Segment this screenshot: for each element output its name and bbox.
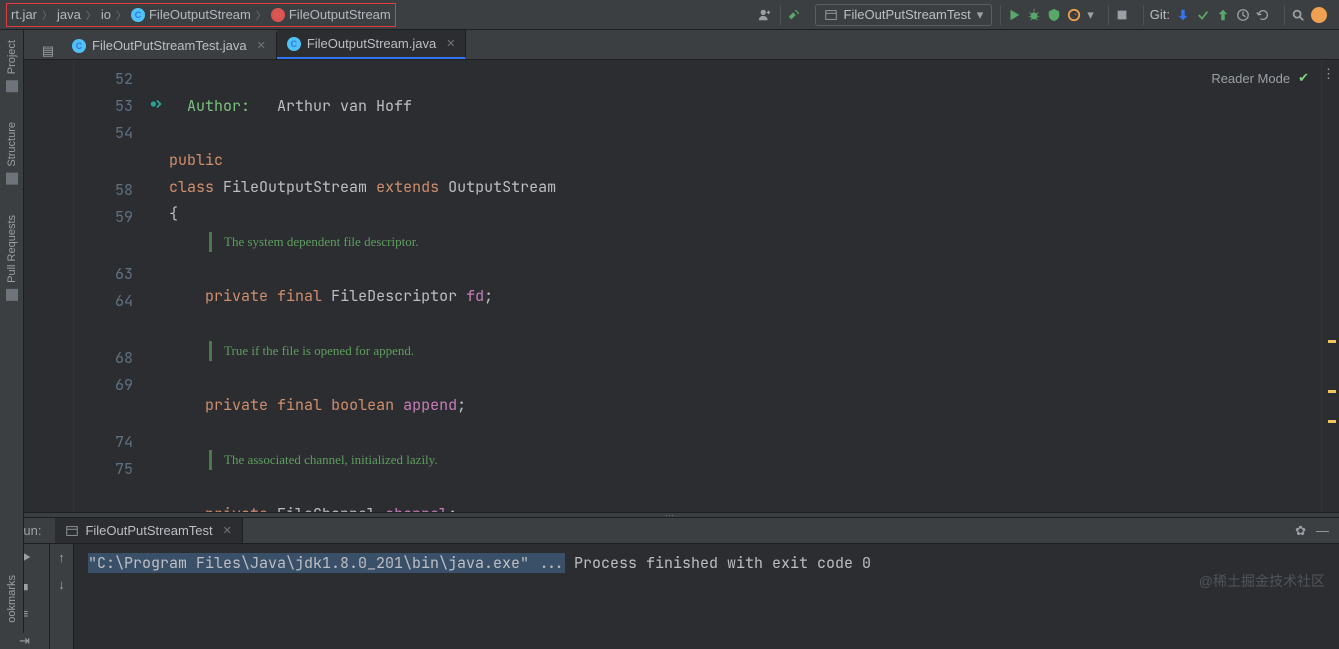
bookmarks-tool[interactable]: ookmarks [6,575,18,623]
chevron-right-icon: 〉 [42,7,52,22]
user-add-icon[interactable] [758,8,772,22]
reader-mode-toggle[interactable]: Reader Mode ✔ [1211,70,1309,86]
ide-update-icon[interactable]: ↓ [1311,7,1327,23]
coverage-icon[interactable] [1047,8,1061,22]
search-icon[interactable] [1291,8,1305,22]
close-icon[interactable]: ✕ [446,37,455,50]
error-stripe[interactable]: ⋮ [1321,60,1339,512]
tab-test-file[interactable]: C FileOutPutStreamTest.java ✕ [62,32,277,59]
breadcrumb-item[interactable]: CFileOutputStream [131,7,251,22]
pull-requests-tool[interactable]: Pull Requests [6,215,18,301]
breadcrumb-item[interactable]: java [57,7,81,22]
settings-icon[interactable]: ✿ [1295,523,1306,539]
console-output[interactable]: "C:\Program Files\Java\jdk1.8.0_201\bin\… [74,544,1339,649]
profile-icon[interactable] [1067,8,1081,22]
structure-icon [6,173,18,185]
breadcrumb-item[interactable]: io [101,7,111,22]
commit-icon[interactable] [1196,8,1210,22]
check-icon: ✔ [1298,70,1309,86]
update-icon[interactable] [1176,8,1190,22]
chevron-down-icon[interactable]: ▾ [1087,7,1094,23]
up-icon[interactable]: ↑ [58,550,65,565]
class-icon: C [131,8,145,22]
class-icon: C [72,39,86,53]
editor-tabs: ▤ C FileOutPutStreamTest.java ✕ C FileOu… [24,30,1339,60]
chevron-right-icon: 〉 [256,7,266,22]
class-icon: C [287,37,301,51]
more-icon[interactable]: ⋮ [1322,66,1335,82]
hammer-icon[interactable] [787,8,801,22]
project-tool[interactable]: Project [6,40,18,92]
method-icon: m [271,8,285,22]
doc-comment: The system dependent file descriptor. [209,232,1321,252]
chevron-down-icon: ▾ [977,7,984,23]
down-icon[interactable]: ↓ [58,577,65,592]
application-icon [65,524,79,538]
pull-requests-icon [6,289,18,301]
project-icon [6,80,18,92]
run-config-select[interactable]: FileOutPutStreamTest ▾ [815,4,993,26]
stop-icon[interactable] [1115,8,1129,22]
structure-tool[interactable]: Structure [6,122,18,185]
minimize-icon[interactable]: — [1316,523,1329,539]
breadcrumb-item[interactable]: rt.jar [11,7,37,22]
close-icon[interactable]: ✕ [257,39,266,52]
run-tab[interactable]: FileOutPutStreamTest ✕ [55,518,242,543]
code-editor[interactable]: Author: Arthur van Hoff public class Fil… [169,60,1321,512]
close-icon[interactable]: ✕ [223,524,232,537]
push-icon[interactable] [1216,8,1230,22]
line-numbers: 52 53 54 58 59 63 64 68 69 74 75 [74,60,169,512]
soft-wrap-icon[interactable]: ⇥ [19,633,30,649]
history-icon[interactable] [1236,8,1250,22]
run-icon[interactable] [1007,8,1021,22]
breadcrumb-item[interactable]: mFileOutputStream [271,7,391,22]
breadcrumb[interactable]: rt.jar 〉 java 〉 io 〉 CFileOutputStream 〉… [6,3,396,27]
doc-comment: True if the file is opened for append. [209,341,1321,361]
implements-gutter-icon[interactable] [149,93,163,120]
application-icon [824,8,838,22]
doc-comment: The associated channel, initialized lazi… [209,450,1321,470]
tabs-dropdown-icon[interactable]: ▤ [34,43,62,59]
rollback-icon[interactable] [1256,8,1270,22]
debug-icon[interactable] [1027,8,1041,22]
tab-source-file[interactable]: C FileOutputStream.java ✕ [277,30,467,59]
chevron-right-icon: 〉 [86,7,96,22]
chevron-right-icon: 〉 [116,7,126,22]
watermark: @稀土掘金技术社区 [1199,571,1325,591]
git-label: Git: [1150,7,1170,22]
